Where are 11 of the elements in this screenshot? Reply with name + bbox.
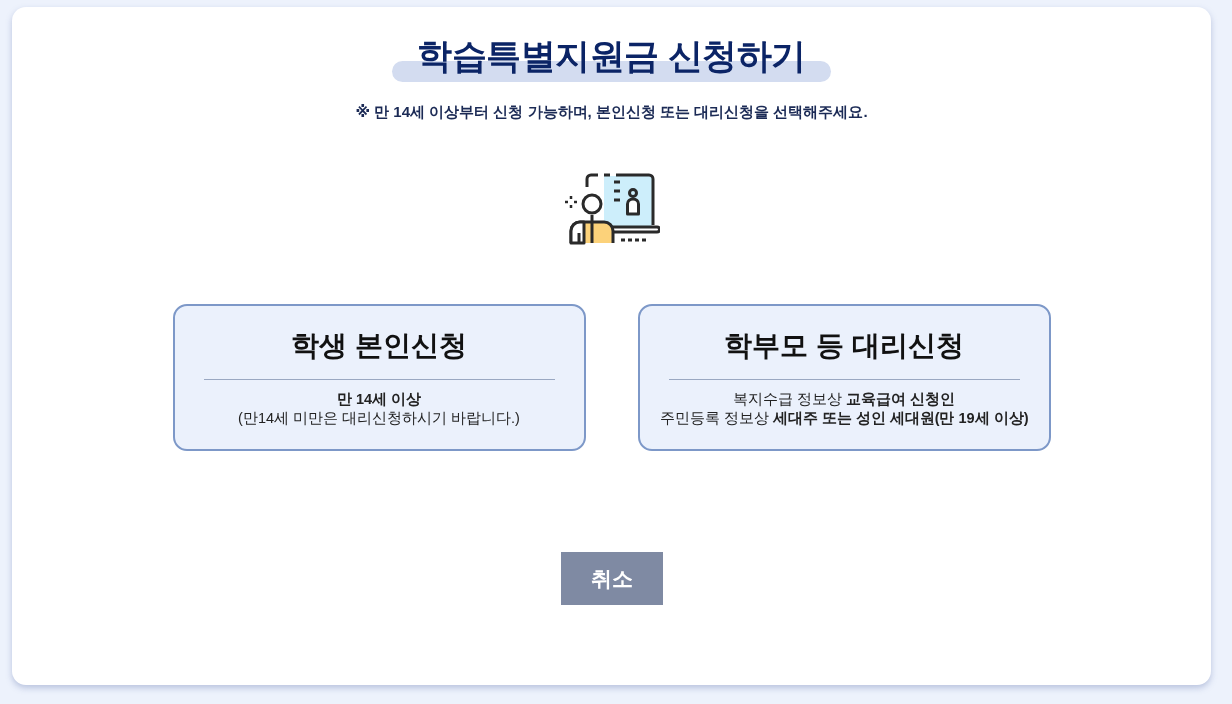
- option-title: 학생 본인신청: [291, 329, 467, 363]
- page-title: 학습특별지원금 신청하기: [392, 33, 831, 82]
- person-laptop-icon: [563, 173, 660, 245]
- option-description: 만 14세 이상: [336, 390, 422, 409]
- option-description: 복지수급 정보상 교육급여 신청인: [732, 390, 956, 409]
- option-card[interactable]: 학부모 등 대리신청 복지수급 정보상 교육급여 신청인 주민등록 정보상 세대주 또는 성인 세대원(만 19세 이상): [637, 304, 1051, 451]
- option-title: 학부모 등 대리신청: [724, 329, 964, 363]
- option-description: (만14세 미만은 대리신청하시기 바랍니다.): [238, 409, 520, 428]
- notice-text: ※ 만 14세 이상부터 신청 가능하며, 본인신청 또는 대리신청을 선택해주세요.: [355, 102, 868, 122]
- option-description: 주민등록 정보상 세대주 또는 성인 세대원(만 19세 이상): [659, 409, 1029, 428]
- option-card[interactable]: 학생 본인신청 만 14세 이상 (만14세 미만은 대리신청하시기 바랍니다.): [172, 304, 586, 451]
